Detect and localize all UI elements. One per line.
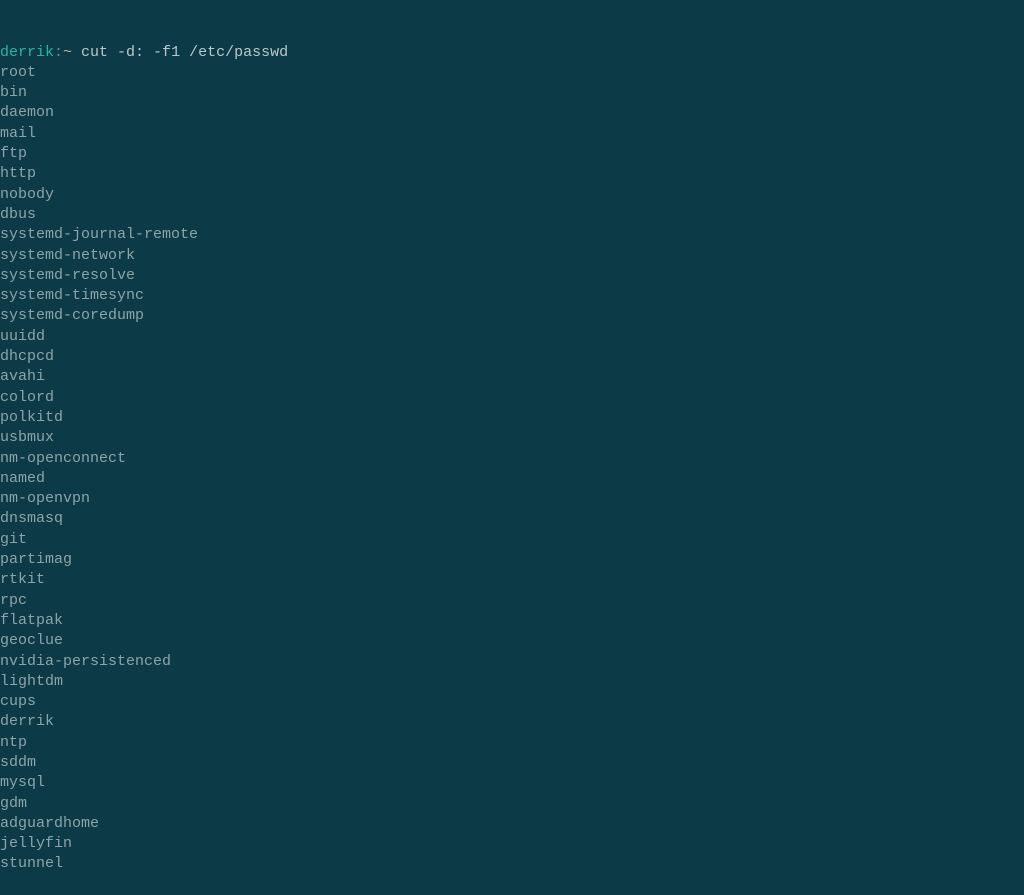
output-line: dhcpcd — [0, 347, 1024, 367]
output-line: ftp — [0, 144, 1024, 164]
output-line: ntp — [0, 733, 1024, 753]
output-line: usbmux — [0, 428, 1024, 448]
output-line: bin — [0, 83, 1024, 103]
output-line: colord — [0, 388, 1024, 408]
output-line: avahi — [0, 367, 1024, 387]
output-container: rootbindaemonmailftphttpnobodydbussystem… — [0, 63, 1024, 875]
output-line: nvidia-persistenced — [0, 652, 1024, 672]
output-line: systemd-journal-remote — [0, 225, 1024, 245]
prompt-path: ~ — [63, 44, 72, 61]
output-line: root — [0, 63, 1024, 83]
output-line: uuidd — [0, 327, 1024, 347]
output-line: flatpak — [0, 611, 1024, 631]
output-line: systemd-network — [0, 246, 1024, 266]
output-line: adguardhome — [0, 814, 1024, 834]
output-line: dbus — [0, 205, 1024, 225]
output-line: systemd-resolve — [0, 266, 1024, 286]
output-line: rpc — [0, 591, 1024, 611]
output-line: rtkit — [0, 570, 1024, 590]
output-line: jellyfin — [0, 834, 1024, 854]
terminal[interactable]: derrik:~ cut -d: -f1 /etc/passwdrootbind… — [0, 2, 1024, 895]
prompt-user: derrik — [0, 44, 54, 61]
output-line: cups — [0, 692, 1024, 712]
output-line: sddm — [0, 753, 1024, 773]
output-line: systemd-timesync — [0, 286, 1024, 306]
prompt-separator: : — [54, 44, 63, 61]
output-line: mail — [0, 124, 1024, 144]
output-line: http — [0, 164, 1024, 184]
output-line: gdm — [0, 794, 1024, 814]
output-line: polkitd — [0, 408, 1024, 428]
output-line: mysql — [0, 773, 1024, 793]
output-line: nm-openvpn — [0, 489, 1024, 509]
output-line: derrik — [0, 712, 1024, 732]
output-line: partimag — [0, 550, 1024, 570]
output-line: named — [0, 469, 1024, 489]
output-line: dnsmasq — [0, 509, 1024, 529]
prompt-command: cut -d: -f1 /etc/passwd — [72, 44, 288, 61]
prompt-line: derrik:~ cut -d: -f1 /etc/passwd — [0, 43, 1024, 63]
output-line: lightdm — [0, 672, 1024, 692]
output-line: nobody — [0, 185, 1024, 205]
output-line: nm-openconnect — [0, 449, 1024, 469]
output-line: git — [0, 530, 1024, 550]
output-line: daemon — [0, 103, 1024, 123]
output-line: systemd-coredump — [0, 306, 1024, 326]
output-line: stunnel — [0, 854, 1024, 874]
output-line: geoclue — [0, 631, 1024, 651]
